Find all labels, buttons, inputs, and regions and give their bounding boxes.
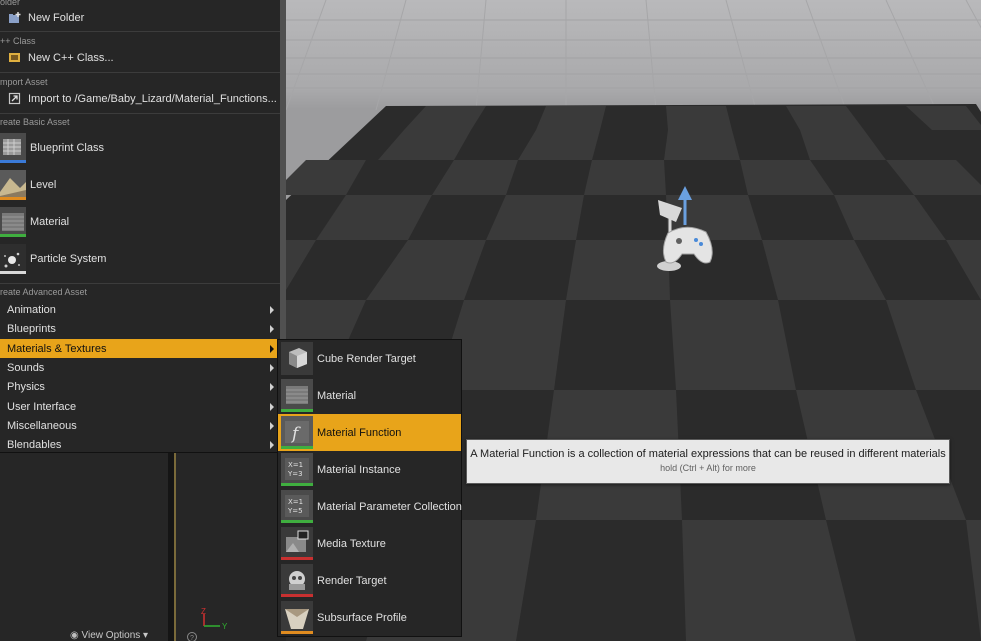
chevron-right-icon <box>270 382 274 391</box>
submenu-user-interface-label: User Interface <box>7 400 77 413</box>
submenu-materials-textures[interactable]: Materials & Textures <box>0 339 280 358</box>
subsurface-profile-label: Subsurface Profile <box>317 611 407 624</box>
level-item[interactable]: Level <box>0 167 280 202</box>
subsurface-profile-icon <box>281 601 313 634</box>
menu-separator <box>0 113 280 114</box>
material-instance-label: Material Instance <box>317 463 401 476</box>
material-parameter-collection-label: Material Parameter Collection <box>317 500 462 513</box>
particle-system-label: Particle System <box>30 252 107 265</box>
submenu-miscellaneous-label: Miscellaneous <box>7 419 77 432</box>
import-asset-item[interactable]: Import to /Game/Baby_Lizard/Material_Fun… <box>0 89 280 108</box>
svg-text:X=1: X=1 <box>288 498 303 506</box>
section-header-import: mport Asset <box>0 77 48 87</box>
submenu-blueprints[interactable]: Blueprints <box>0 319 280 338</box>
new-cpp-class-label: New C++ Class... <box>28 51 114 64</box>
svg-text:Y=5: Y=5 <box>287 507 303 515</box>
panel-divider <box>174 450 176 641</box>
new-cpp-class-item[interactable]: New C++ Class... <box>0 48 280 67</box>
render-target-label: Render Target <box>317 574 387 587</box>
content-browser-background <box>0 450 286 641</box>
axis-gizmo-icon: Z Y ? <box>187 607 228 641</box>
material-icon <box>281 379 313 412</box>
media-texture-item[interactable]: Media Texture <box>278 525 461 562</box>
material-icon <box>0 206 26 237</box>
menu-separator <box>0 31 280 32</box>
cube-render-target-label: Cube Render Target <box>317 352 416 365</box>
add-new-context-menu: older New Folder ++ Class New C++ Class.… <box>0 0 282 453</box>
blueprint-class-item[interactable]: Blueprint Class <box>0 130 280 165</box>
chevron-right-icon <box>270 324 274 333</box>
submenu-sounds-label: Sounds <box>7 361 45 374</box>
view-options-label: View Options ▾ <box>81 630 149 641</box>
section-header-folder: older <box>0 0 21 7</box>
material-item[interactable]: Material <box>0 204 280 239</box>
submenu-miscellaneous[interactable]: Miscellaneous <box>0 416 280 435</box>
chevron-right-icon <box>270 421 274 430</box>
particle-system-icon <box>0 243 26 274</box>
editor-window: ◉ View Options ▾ Z Y ? older New Folder … <box>0 0 981 641</box>
material-label: Material <box>317 389 357 402</box>
material-parameter-collection-item[interactable]: X=1 Y=5 Material Parameter Collection <box>278 488 462 525</box>
submenu-physics-label: Physics <box>7 380 45 393</box>
submenu-sounds[interactable]: Sounds <box>0 358 280 377</box>
subsurface-profile-item[interactable]: Subsurface Profile <box>278 599 461 636</box>
new-folder-label: New Folder <box>28 11 85 24</box>
material-function-icon: f <box>281 416 313 449</box>
material-label: Material <box>30 215 70 228</box>
tooltip-text: A Material Function is a collection of m… <box>470 448 946 460</box>
cube-render-target-item[interactable]: Cube Render Target <box>278 340 461 377</box>
render-target-item[interactable]: Render Target <box>278 562 461 599</box>
cpp-class-icon <box>9 52 20 62</box>
asset-tooltip: A Material Function is a collection of m… <box>466 439 950 484</box>
submenu-blendables-label: Blendables <box>7 438 62 451</box>
chevron-right-icon <box>270 440 274 449</box>
svg-text:?: ? <box>190 635 194 641</box>
tooltip-hint: hold (Ctrl + Alt) for more <box>660 463 756 473</box>
particle-system-item[interactable]: Particle System <box>0 241 280 276</box>
material-function-label: Material Function <box>317 426 402 439</box>
view-options-button[interactable]: ◉ View Options ▾ <box>70 630 148 641</box>
section-header-cpp: ++ Class <box>0 36 36 46</box>
material-instance-item[interactable]: X=1 Y=3 Material Instance <box>278 451 461 488</box>
blueprint-class-label: Blueprint Class <box>30 141 104 154</box>
submenu-materials-textures-label: Materials & Textures <box>7 342 107 355</box>
svg-text:Y=3: Y=3 <box>287 470 303 478</box>
chevron-right-icon <box>270 402 274 411</box>
material-instance-icon: X=1 Y=3 <box>281 453 313 486</box>
svg-text:Y: Y <box>222 622 228 631</box>
submenu-blendables[interactable]: Blendables <box>0 435 280 454</box>
blueprint-class-icon <box>0 132 26 163</box>
level-icon <box>0 169 26 200</box>
folder-plus-icon <box>9 11 21 23</box>
material-item[interactable]: Material <box>278 377 461 414</box>
render-target-icon <box>281 564 313 597</box>
submenu-animation[interactable]: Animation <box>0 300 280 319</box>
submenu-physics[interactable]: Physics <box>0 377 280 396</box>
section-header-basic: reate Basic Asset <box>0 117 70 127</box>
level-label: Level <box>30 178 57 191</box>
material-function-item[interactable]: f Material Function <box>278 414 461 451</box>
chevron-right-icon <box>270 363 274 372</box>
import-icon <box>8 92 21 104</box>
media-texture-label: Media Texture <box>317 537 386 550</box>
media-texture-icon <box>281 527 313 560</box>
chevron-right-icon <box>270 344 274 353</box>
import-to-label: Import to /Game/Baby_Lizard/Material_Fun… <box>28 92 277 105</box>
cube-render-target-icon <box>281 342 313 375</box>
svg-text:X=1: X=1 <box>288 461 303 469</box>
eye-icon: ◉ <box>70 630 79 641</box>
submenu-user-interface[interactable]: User Interface <box>0 397 280 416</box>
material-parameter-collection-icon: X=1 Y=5 <box>281 490 313 523</box>
submenu-blueprints-label: Blueprints <box>7 322 56 335</box>
svg-text:Z: Z <box>201 607 206 616</box>
new-folder-item[interactable]: New Folder <box>0 8 280 27</box>
menu-separator <box>0 283 280 284</box>
section-header-advanced: reate Advanced Asset <box>0 287 88 297</box>
submenu-animation-label: Animation <box>7 303 56 316</box>
materials-textures-submenu: Cube Render Target Material f Material F… <box>277 339 462 637</box>
menu-separator <box>0 72 280 73</box>
chevron-right-icon <box>270 305 274 314</box>
